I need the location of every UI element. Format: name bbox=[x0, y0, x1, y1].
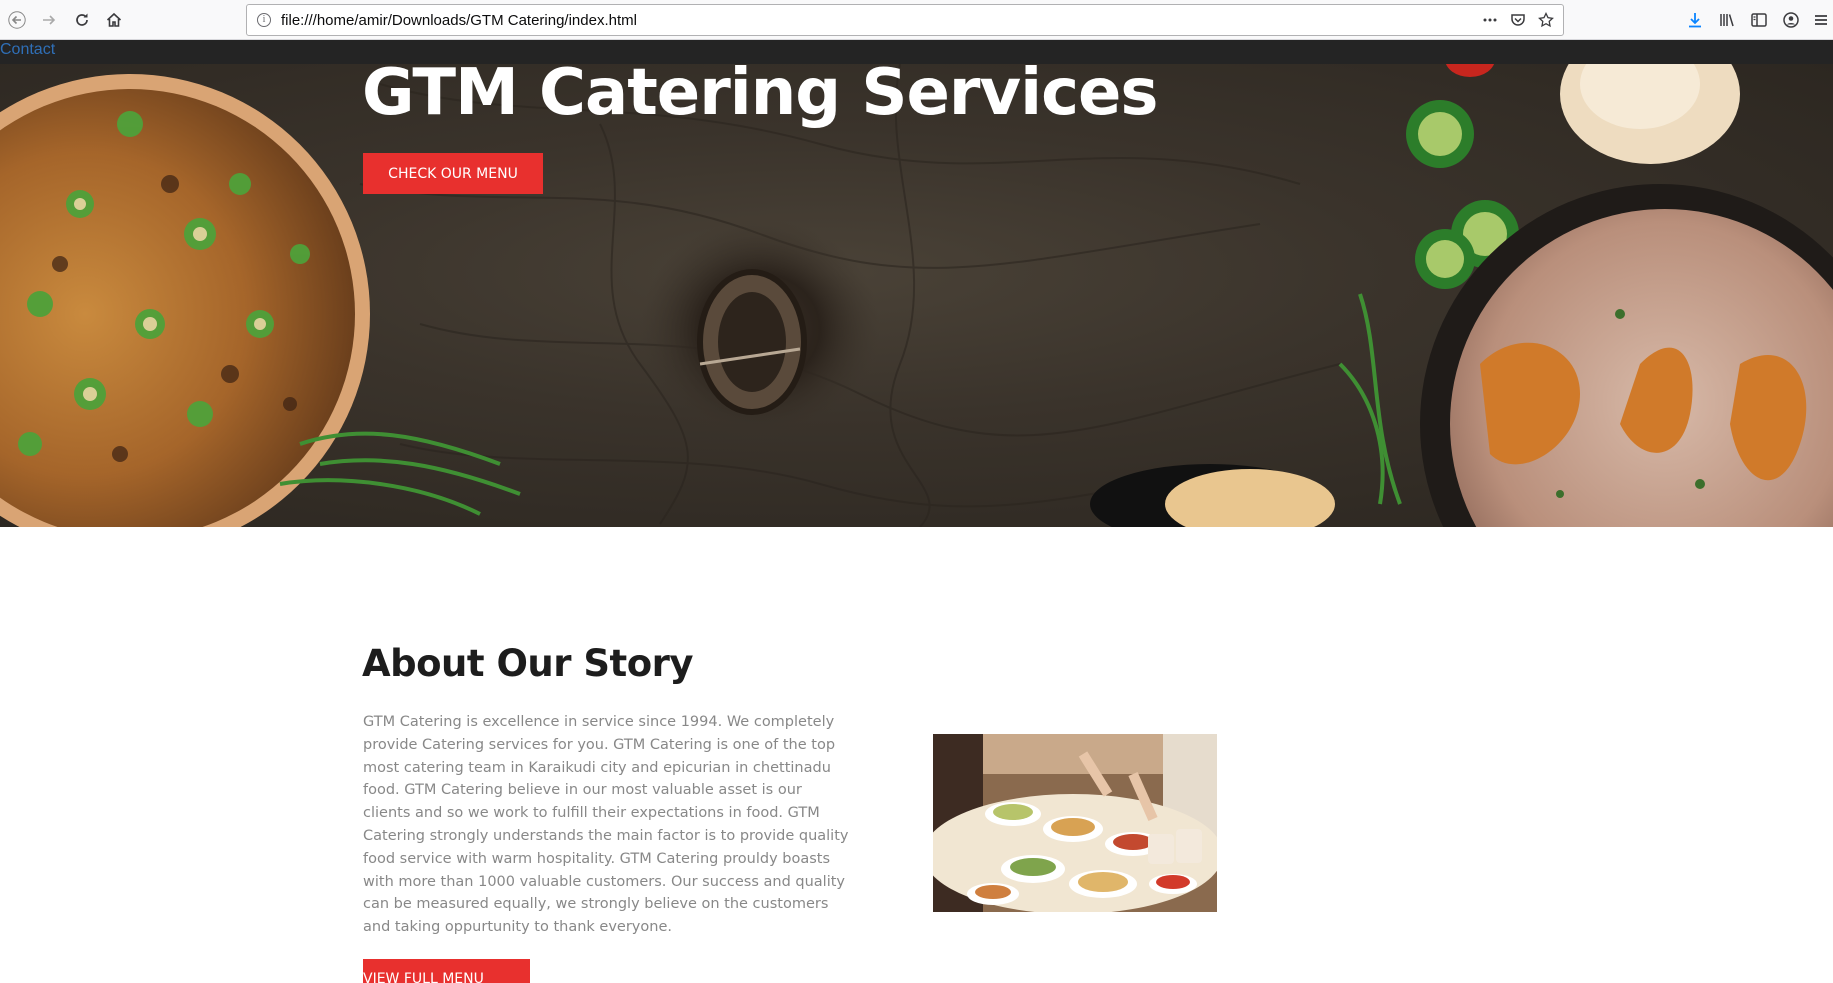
page-content: Contact GTM Catering Services CHECK OUR … bbox=[0, 40, 1833, 983]
forward-icon[interactable] bbox=[34, 5, 64, 35]
pocket-icon[interactable] bbox=[1507, 9, 1529, 31]
top-nav: Contact bbox=[0, 40, 1833, 64]
view-full-menu-button[interactable]: VIEW FULL MENU bbox=[363, 959, 530, 983]
about-title: About Our Story bbox=[362, 642, 694, 685]
browser-toolbar: i file:///home/amir/Downloads/GTM Cateri… bbox=[0, 0, 1833, 40]
account-icon[interactable] bbox=[1776, 5, 1806, 35]
hero-section: GTM Catering Services CHECK OUR MENU bbox=[0, 64, 1833, 527]
info-icon[interactable]: i bbox=[257, 13, 271, 27]
catering-buffet-image bbox=[933, 734, 1217, 912]
bookmark-star-icon[interactable] bbox=[1535, 9, 1557, 31]
reload-icon[interactable] bbox=[67, 5, 97, 35]
more-icon[interactable] bbox=[1479, 9, 1501, 31]
about-text: GTM Catering is excellence in service si… bbox=[363, 714, 849, 936]
back-icon[interactable] bbox=[2, 5, 32, 35]
library-icon[interactable] bbox=[1712, 5, 1742, 35]
home-icon[interactable] bbox=[99, 5, 129, 35]
nav-link-contact[interactable]: Contact bbox=[0, 41, 55, 59]
url-bar[interactable]: i file:///home/amir/Downloads/GTM Cateri… bbox=[246, 4, 1564, 36]
hero-background-image bbox=[0, 64, 1833, 527]
sidebar-icon[interactable] bbox=[1744, 5, 1774, 35]
menu-icon[interactable] bbox=[1806, 5, 1833, 35]
url-text[interactable]: file:///home/amir/Downloads/GTM Catering… bbox=[281, 12, 637, 29]
hero-title: GTM Catering Services bbox=[362, 64, 1158, 130]
check-our-menu-button[interactable]: CHECK OUR MENU bbox=[363, 153, 543, 194]
download-icon[interactable] bbox=[1680, 5, 1710, 35]
